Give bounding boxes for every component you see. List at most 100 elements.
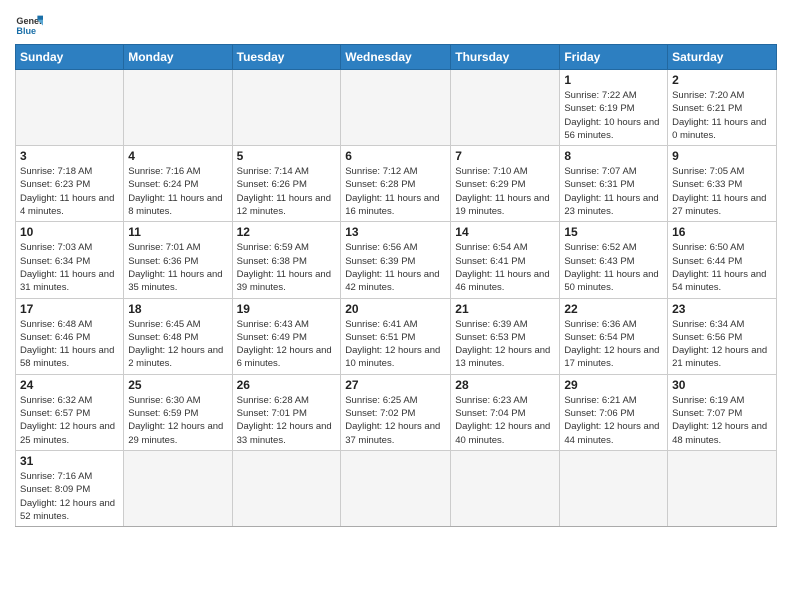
day-number: 30	[672, 378, 772, 392]
calendar-day-cell: 12 Sunrise: 6:59 AM Sunset: 6:38 PM Dayli…	[232, 222, 341, 298]
day-info: Sunrise: 6:34 AM Sunset: 6:56 PM Dayligh…	[672, 318, 772, 371]
day-info: Sunrise: 7:20 AM Sunset: 6:21 PM Dayligh…	[672, 89, 772, 142]
header: General Blue	[15, 10, 777, 38]
calendar-day-cell	[232, 450, 341, 526]
day-info: Sunrise: 7:01 AM Sunset: 6:36 PM Dayligh…	[128, 241, 227, 294]
calendar-day-cell	[341, 70, 451, 146]
weekday-header-monday: Monday	[124, 45, 232, 70]
calendar-day-cell: 10 Sunrise: 7:03 AM Sunset: 6:34 PM Dayli…	[16, 222, 124, 298]
calendar-day-cell: 17Sunrise: 6:48 AM Sunset: 6:46 PM Dayli…	[16, 298, 124, 374]
calendar-day-cell	[341, 450, 451, 526]
day-info: Sunrise: 6:52 AM Sunset: 6:43 PM Dayligh…	[564, 241, 663, 294]
weekday-header-friday: Friday	[560, 45, 668, 70]
day-number: 5	[237, 149, 337, 163]
day-number: 18	[128, 302, 227, 316]
day-info: Sunrise: 6:48 AM Sunset: 6:46 PM Dayligh…	[20, 318, 119, 371]
day-info: Sunrise: 6:36 AM Sunset: 6:54 PM Dayligh…	[564, 318, 663, 371]
calendar-week-row: 17Sunrise: 6:48 AM Sunset: 6:46 PM Dayli…	[16, 298, 777, 374]
calendar-day-cell: 26Sunrise: 6:28 AM Sunset: 7:01 PM Dayli…	[232, 374, 341, 450]
calendar-week-row: 1 Sunrise: 7:22 AM Sunset: 6:19 PM Daylig…	[16, 70, 777, 146]
calendar-day-cell: 30 Sunrise: 6:19 AM Sunset: 7:07 PM Dayli…	[668, 374, 777, 450]
day-info: Sunrise: 6:23 AM Sunset: 7:04 PM Dayligh…	[455, 394, 555, 447]
calendar-day-cell: 21 Sunrise: 6:39 AM Sunset: 6:53 PM Dayli…	[451, 298, 560, 374]
calendar-day-cell: 27Sunrise: 6:25 AM Sunset: 7:02 PM Dayli…	[341, 374, 451, 450]
day-number: 6	[345, 149, 446, 163]
day-number: 11	[128, 225, 227, 239]
day-number: 2	[672, 73, 772, 87]
calendar-day-cell: 11 Sunrise: 7:01 AM Sunset: 6:36 PM Dayli…	[124, 222, 232, 298]
day-number: 29	[564, 378, 663, 392]
day-info: Sunrise: 7:10 AM Sunset: 6:29 PM Dayligh…	[455, 165, 555, 218]
calendar-day-cell: 4Sunrise: 7:16 AM Sunset: 6:24 PM Daylig…	[124, 146, 232, 222]
svg-text:Blue: Blue	[16, 26, 36, 36]
day-number: 9	[672, 149, 772, 163]
calendar-week-row: 31 Sunrise: 7:16 AM Sunset: 8:09 PM Dayli…	[16, 450, 777, 526]
weekday-header-wednesday: Wednesday	[341, 45, 451, 70]
weekday-header-sunday: Sunday	[16, 45, 124, 70]
calendar-day-cell	[16, 70, 124, 146]
calendar-day-cell: 24 Sunrise: 6:32 AM Sunset: 6:57 PM Dayli…	[16, 374, 124, 450]
calendar-day-cell: 3 Sunrise: 7:18 AM Sunset: 6:23 PM Daylig…	[16, 146, 124, 222]
weekday-header-saturday: Saturday	[668, 45, 777, 70]
day-number: 1	[564, 73, 663, 87]
day-info: Sunrise: 7:16 AM Sunset: 8:09 PM Dayligh…	[20, 470, 119, 523]
day-number: 20	[345, 302, 446, 316]
calendar-day-cell: 25 Sunrise: 6:30 AM Sunset: 6:59 PM Dayli…	[124, 374, 232, 450]
calendar-day-cell: 29 Sunrise: 6:21 AM Sunset: 7:06 PM Dayli…	[560, 374, 668, 450]
calendar-day-cell: 6 Sunrise: 7:12 AM Sunset: 6:28 PM Daylig…	[341, 146, 451, 222]
calendar-day-cell: 15 Sunrise: 6:52 AM Sunset: 6:43 PM Dayli…	[560, 222, 668, 298]
calendar-day-cell	[124, 450, 232, 526]
calendar-day-cell: 2 Sunrise: 7:20 AM Sunset: 6:21 PM Daylig…	[668, 70, 777, 146]
calendar-day-cell: 19Sunrise: 6:43 AM Sunset: 6:49 PM Dayli…	[232, 298, 341, 374]
calendar-day-cell: 20 Sunrise: 6:41 AM Sunset: 6:51 PM Dayli…	[341, 298, 451, 374]
calendar-day-cell: 9 Sunrise: 7:05 AM Sunset: 6:33 PM Daylig…	[668, 146, 777, 222]
day-number: 16	[672, 225, 772, 239]
day-number: 25	[128, 378, 227, 392]
day-info: Sunrise: 6:32 AM Sunset: 6:57 PM Dayligh…	[20, 394, 119, 447]
day-number: 26	[237, 378, 337, 392]
day-info: Sunrise: 6:54 AM Sunset: 6:41 PM Dayligh…	[455, 241, 555, 294]
day-number: 8	[564, 149, 663, 163]
calendar-day-cell: 31 Sunrise: 7:16 AM Sunset: 8:09 PM Dayli…	[16, 450, 124, 526]
calendar-table: SundayMondayTuesdayWednesdayThursdayFrid…	[15, 44, 777, 527]
calendar-week-row: 3 Sunrise: 7:18 AM Sunset: 6:23 PM Daylig…	[16, 146, 777, 222]
calendar-day-cell: 5 Sunrise: 7:14 AM Sunset: 6:26 PM Daylig…	[232, 146, 341, 222]
calendar-day-cell	[232, 70, 341, 146]
day-info: Sunrise: 7:22 AM Sunset: 6:19 PM Dayligh…	[564, 89, 663, 142]
weekday-header-tuesday: Tuesday	[232, 45, 341, 70]
day-info: Sunrise: 6:39 AM Sunset: 6:53 PM Dayligh…	[455, 318, 555, 371]
day-number: 15	[564, 225, 663, 239]
day-number: 10	[20, 225, 119, 239]
day-number: 27	[345, 378, 446, 392]
logo: General Blue	[15, 10, 47, 38]
day-info: Sunrise: 6:59 AM Sunset: 6:38 PM Dayligh…	[237, 241, 337, 294]
day-number: 12	[237, 225, 337, 239]
day-info: Sunrise: 6:19 AM Sunset: 7:07 PM Dayligh…	[672, 394, 772, 447]
day-number: 21	[455, 302, 555, 316]
calendar-day-cell: 28Sunrise: 6:23 AM Sunset: 7:04 PM Dayli…	[451, 374, 560, 450]
day-info: Sunrise: 7:18 AM Sunset: 6:23 PM Dayligh…	[20, 165, 119, 218]
day-number: 3	[20, 149, 119, 163]
day-info: Sunrise: 7:12 AM Sunset: 6:28 PM Dayligh…	[345, 165, 446, 218]
day-info: Sunrise: 7:03 AM Sunset: 6:34 PM Dayligh…	[20, 241, 119, 294]
calendar-day-cell: 22Sunrise: 6:36 AM Sunset: 6:54 PM Dayli…	[560, 298, 668, 374]
day-number: 7	[455, 149, 555, 163]
day-info: Sunrise: 7:16 AM Sunset: 6:24 PM Dayligh…	[128, 165, 227, 218]
calendar-day-cell: 23 Sunrise: 6:34 AM Sunset: 6:56 PM Dayli…	[668, 298, 777, 374]
calendar-day-cell: 16 Sunrise: 6:50 AM Sunset: 6:44 PM Dayli…	[668, 222, 777, 298]
calendar-day-cell: 14 Sunrise: 6:54 AM Sunset: 6:41 PM Dayli…	[451, 222, 560, 298]
day-info: Sunrise: 7:14 AM Sunset: 6:26 PM Dayligh…	[237, 165, 337, 218]
day-info: Sunrise: 6:30 AM Sunset: 6:59 PM Dayligh…	[128, 394, 227, 447]
day-info: Sunrise: 6:41 AM Sunset: 6:51 PM Dayligh…	[345, 318, 446, 371]
day-number: 13	[345, 225, 446, 239]
day-number: 31	[20, 454, 119, 468]
calendar-week-row: 24 Sunrise: 6:32 AM Sunset: 6:57 PM Dayli…	[16, 374, 777, 450]
day-info: Sunrise: 6:21 AM Sunset: 7:06 PM Dayligh…	[564, 394, 663, 447]
day-number: 14	[455, 225, 555, 239]
day-info: Sunrise: 6:43 AM Sunset: 6:49 PM Dayligh…	[237, 318, 337, 371]
day-number: 24	[20, 378, 119, 392]
day-info: Sunrise: 6:50 AM Sunset: 6:44 PM Dayligh…	[672, 241, 772, 294]
calendar-day-cell: 18Sunrise: 6:45 AM Sunset: 6:48 PM Dayli…	[124, 298, 232, 374]
day-number: 23	[672, 302, 772, 316]
day-info: Sunrise: 7:05 AM Sunset: 6:33 PM Dayligh…	[672, 165, 772, 218]
